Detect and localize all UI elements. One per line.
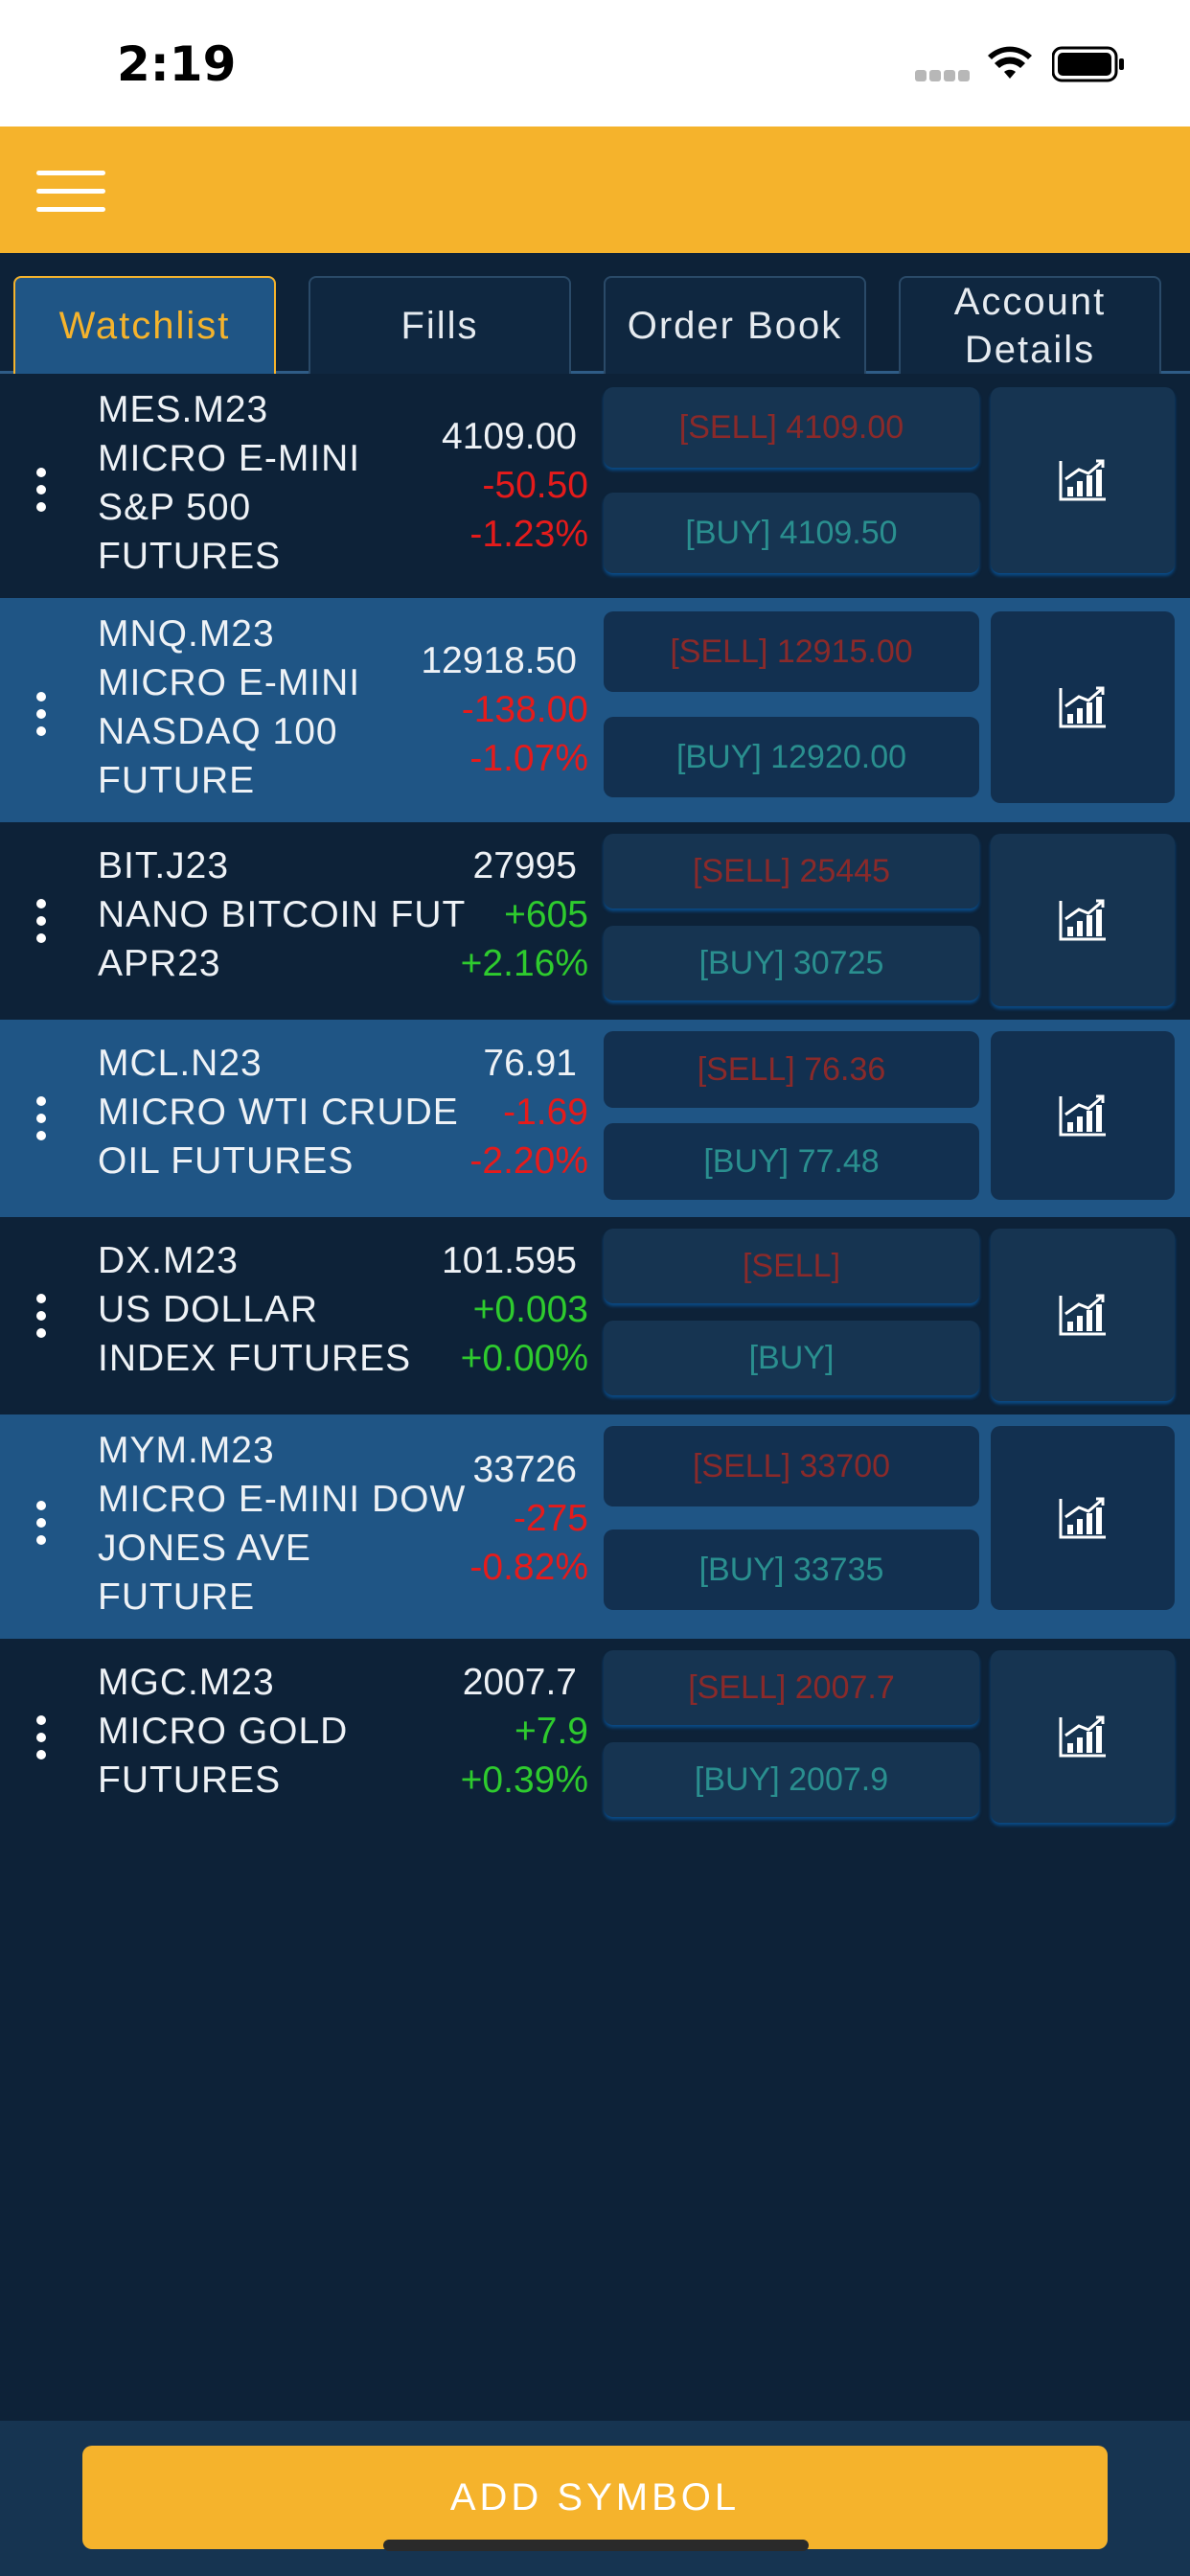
table-row: DX.M23 US DOLLAR INDEX FUTURES 101.595 +… [0,1217,1190,1414]
buy-button[interactable]: [BUY] 30725 [604,926,979,1000]
chart-button[interactable] [991,1426,1175,1610]
sell-button[interactable]: [SELL] [604,1229,979,1303]
symbol-code: MES.M23 [98,389,269,430]
price-change: +605 [504,894,588,935]
table-row: MCL.N23 MICRO WTI CRUDE OIL FUTURES 76.9… [0,1020,1190,1217]
more-options-icon[interactable] [34,899,48,956]
sell-button[interactable]: [SELL] 33700 [604,1426,979,1506]
chart-button[interactable] [991,1031,1175,1200]
chart-icon [1059,1094,1106,1137]
symbol-name: MICRO E-MINI NASDAQ 100 FUTURE [98,662,361,801]
last-price: 76.91 [483,1043,577,1084]
price-change: -50.50 [482,465,588,506]
symbol-name: MICRO GOLD FUTURES [98,1711,349,1801]
last-price: 27995 [472,845,577,886]
last-price: 101.595 [442,1240,577,1281]
chart-button[interactable] [991,387,1175,573]
last-price: 12918.50 [421,640,577,681]
price-change-percent: +2.16% [460,943,588,984]
chart-icon [1059,459,1106,501]
symbol-code: MCL.N23 [98,1043,263,1084]
price-change-percent: -1.23% [469,514,588,555]
price-change-percent: +0.00% [460,1338,588,1379]
status-time: 2:19 [117,36,237,92]
chart-icon [1059,899,1106,941]
symbol-name: MICRO E-MINI S&P 500 FUTURES [98,438,361,577]
chart-button[interactable] [991,834,1175,1006]
chart-icon [1059,1497,1106,1539]
price-change: -275 [513,1498,588,1539]
table-row: MGC.M23 MICRO GOLD FUTURES 2007.7 +7.9 +… [0,1639,1190,1836]
price-change: +0.003 [472,1289,588,1330]
more-options-icon[interactable] [34,1501,48,1558]
tab-order-book[interactable]: Order Book [604,276,866,374]
more-options-icon[interactable] [34,692,48,749]
symbol-name: MICRO E-MINI DOW JONES AVE FUTURE [98,1479,467,1618]
wifi-icon [988,46,1032,79]
table-row: MES.M23 MICRO E-MINI S&P 500 FUTURES 410… [0,374,1190,598]
table-row: MYM.M23 MICRO E-MINI DOW JONES AVE FUTUR… [0,1414,1190,1639]
chart-button[interactable] [991,1650,1175,1823]
sell-button[interactable]: [SELL] 12915.00 [604,611,979,692]
price-change: -1.69 [503,1092,588,1133]
more-options-icon[interactable] [34,468,48,525]
price-change-percent: +0.39% [460,1760,588,1801]
sell-button[interactable]: [SELL] 76.36 [604,1031,979,1108]
price-change-percent: -1.07% [469,738,588,779]
symbol-code: BIT.J23 [98,845,230,886]
table-row: BIT.J23 NANO BITCOIN FUT APR23 27995 +60… [0,822,1190,1020]
buy-button[interactable]: [BUY] 2007.9 [604,1742,979,1817]
buy-button[interactable]: [BUY] 33735 [604,1530,979,1610]
table-row: MNQ.M23 MICRO E-MINI NASDAQ 100 FUTURE 1… [0,598,1190,822]
price-change-percent: -2.20% [469,1140,588,1182]
buy-button[interactable]: [BUY] [604,1321,979,1395]
chart-icon [1059,1294,1106,1336]
buy-button[interactable]: [BUY] 12920.00 [604,717,979,797]
symbol-name: MICRO WTI CRUDE OIL FUTURES [98,1092,459,1182]
more-options-icon[interactable] [34,1715,48,1773]
symbol-name: NANO BITCOIN FUT APR23 [98,894,467,984]
tab-bar: Watchlist Fills Order Book Account Detai… [0,253,1190,374]
last-price: 33726 [472,1449,577,1490]
chart-button[interactable] [991,611,1175,803]
hamburger-menu-icon[interactable] [36,171,105,212]
sell-button[interactable]: [SELL] 4109.00 [604,387,979,468]
symbol-code: MYM.M23 [98,1430,275,1471]
battery-icon [1052,46,1124,82]
app-header [0,126,1190,253]
tab-account-details[interactable]: Account Details [899,276,1161,374]
chart-button[interactable] [991,1229,1175,1401]
last-price: 4109.00 [442,416,577,457]
status-bar: 2:19 [0,0,1190,126]
tab-fills[interactable]: Fills [309,276,571,374]
price-change: -138.00 [461,689,588,730]
add-symbol-button[interactable]: ADD SYMBOL [82,2446,1108,2549]
buy-button[interactable]: [BUY] 77.48 [604,1123,979,1200]
symbol-code: MGC.M23 [98,1662,275,1703]
last-price: 2007.7 [462,1662,577,1703]
more-options-icon[interactable] [34,1294,48,1351]
price-change: +7.9 [515,1711,588,1752]
footer-bar: ADD SYMBOL [0,2421,1190,2576]
more-options-icon[interactable] [34,1096,48,1154]
cellular-signal-icon [915,69,973,82]
symbol-code: DX.M23 [98,1240,239,1281]
sell-button[interactable]: [SELL] 25445 [604,834,979,908]
symbol-code: MNQ.M23 [98,613,275,655]
chart-icon [1059,1715,1106,1758]
home-indicator[interactable] [383,2540,809,2551]
tab-watchlist[interactable]: Watchlist [13,276,276,374]
symbol-name: US DOLLAR INDEX FUTURES [98,1289,412,1379]
chart-icon [1059,686,1106,728]
sell-button[interactable]: [SELL] 2007.7 [604,1650,979,1725]
price-change-percent: -0.82% [469,1547,588,1588]
buy-button[interactable]: [BUY] 4109.50 [604,493,979,573]
